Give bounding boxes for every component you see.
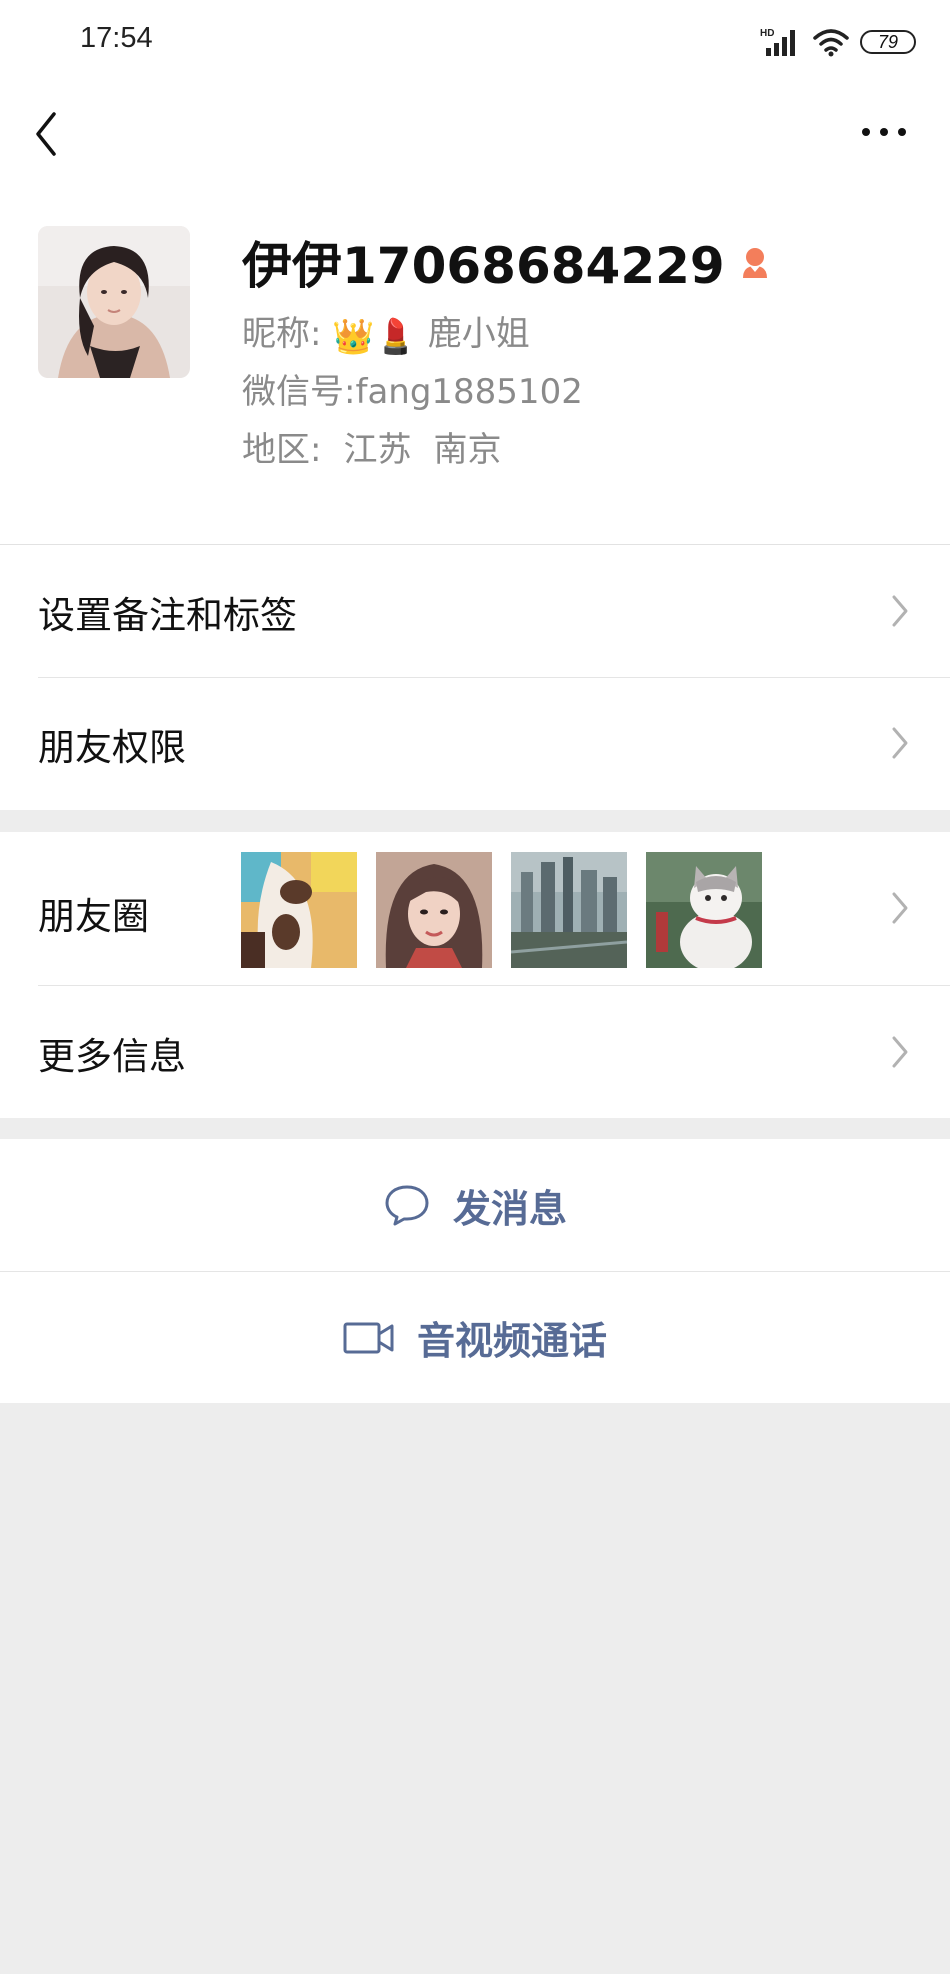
profile-name: 伊伊17068684229 <box>242 237 725 295</box>
wechat-id-label: 微信号: <box>242 372 356 412</box>
region-province: 江苏 <box>343 430 412 470</box>
status-icons: HD 79 <box>760 22 916 62</box>
send-message-label: 发消息 <box>452 1186 567 1231</box>
moments-thumbnails <box>241 852 762 968</box>
battery-indicator: 79 <box>860 30 916 54</box>
menu-friend-permissions[interactable]: 朋友权限 <box>0 678 950 810</box>
nickname-label: 昵称: <box>242 314 322 354</box>
region-label: 地区: <box>242 430 322 470</box>
chat-bubble-icon <box>385 1185 429 1226</box>
battery-level: 79 <box>877 31 899 52</box>
region-city: 南京 <box>433 430 502 470</box>
video-camera-icon <box>343 1322 394 1353</box>
signal-icon: HD <box>760 28 795 56</box>
menu-remark-tags-label: 设置备注和标签 <box>38 594 297 637</box>
menu-remark-tags[interactable]: 设置备注和标签 <box>0 545 950 677</box>
wechat-id-value: fang1885102 <box>355 372 583 412</box>
nav-bar <box>0 100 950 164</box>
menu-more-info-label: 更多信息 <box>38 1035 186 1078</box>
settings-group: 设置备注和标签 朋友权限 <box>0 545 950 810</box>
menu-friend-permissions-label: 朋友权限 <box>38 726 186 769</box>
wifi-icon <box>813 29 849 57</box>
moments-thumbnail <box>376 852 492 968</box>
send-message-button[interactable]: 发消息 <box>0 1139 950 1271</box>
nickname-row: 昵称: 👑💄 鹿小姐 <box>242 306 530 357</box>
more-icon[interactable] <box>854 114 914 150</box>
network-label: HD <box>760 28 774 39</box>
female-gender-icon <box>742 248 767 278</box>
menu-moments-label: 朋友圈 <box>38 895 149 938</box>
moments-thumbnail <box>241 852 357 968</box>
region-row: 地区: 江苏 南京 <box>242 422 501 471</box>
moments-thumbnail <box>646 852 762 968</box>
video-call-label: 音视频通话 <box>416 1319 607 1363</box>
crown-lipstick-emoji: 👑💄 <box>332 317 417 357</box>
separator <box>0 1271 950 1272</box>
status-time: 17:54 <box>80 22 153 54</box>
chevron-right-icon <box>892 727 908 759</box>
profile-name-row: 伊伊17068684229 <box>242 226 775 298</box>
menu-more-info[interactable]: 更多信息 <box>0 986 950 1118</box>
chevron-right-icon <box>892 1036 908 1068</box>
moments-thumbnail <box>511 852 627 968</box>
back-icon[interactable] <box>28 104 78 160</box>
status-bar: 17:54 HD 79 <box>0 20 950 64</box>
nickname-value: 鹿小姐 <box>427 314 530 354</box>
wechat-id-row: 微信号:fang1885102 <box>242 364 583 413</box>
avatar[interactable] <box>38 226 190 378</box>
chevron-right-icon <box>892 892 908 924</box>
chevron-right-icon <box>892 595 908 627</box>
video-call-button[interactable]: 音视频通话 <box>0 1272 950 1403</box>
